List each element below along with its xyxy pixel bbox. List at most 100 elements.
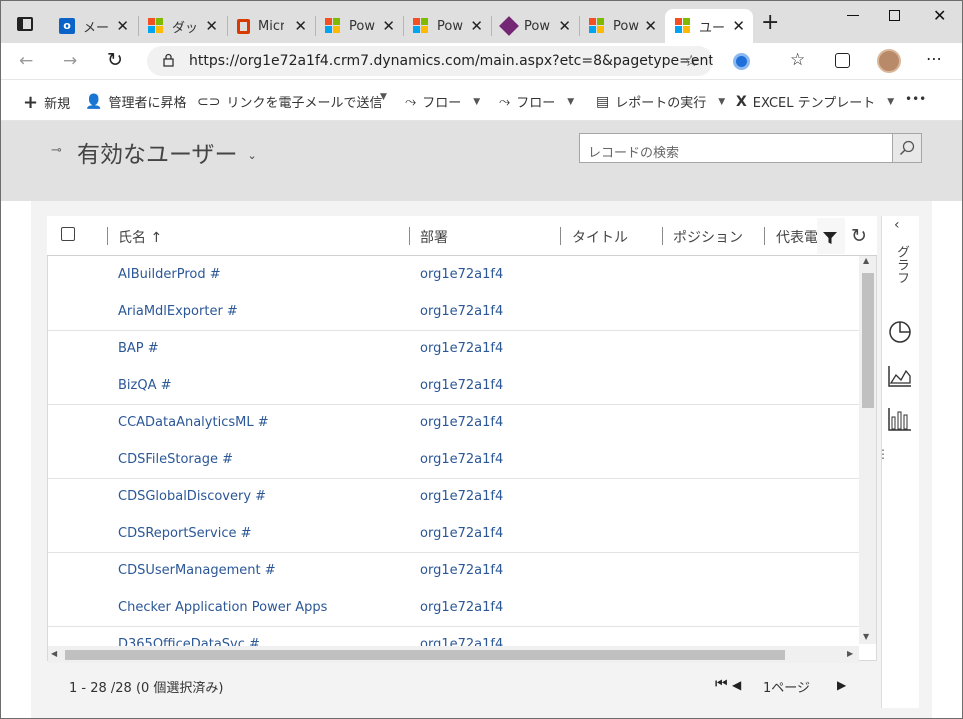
select-all-checkbox[interactable] — [61, 227, 75, 241]
window-close-icon[interactable]: ✕ — [933, 6, 946, 25]
column-header-department[interactable]: 部署 — [420, 227, 448, 247]
refresh-icon[interactable]: ↻ — [107, 49, 123, 71]
table-row[interactable]: BizQA # org1e72a1f4 — [48, 367, 859, 404]
promote-admin-button[interactable]: 👤 管理者に昇格 — [85, 92, 186, 112]
email-link-button[interactable]: ⊂⊃ リンクを電子メールで送信 — [197, 92, 382, 112]
tab-outlook[interactable]: o メール ✕ — [49, 9, 137, 43]
close-icon[interactable]: ✕ — [732, 18, 745, 34]
user-name-link[interactable]: BizQA # — [118, 378, 172, 393]
chart-pane-label[interactable]: グラフ — [891, 245, 911, 284]
close-icon[interactable]: ✕ — [470, 18, 483, 34]
flow-button-1[interactable]: ⤳ フロー ▼ — [405, 92, 480, 112]
vertical-scroll-thumb[interactable] — [862, 273, 874, 408]
close-icon[interactable]: ✕ — [205, 18, 218, 34]
table-row[interactable]: AriaMdlExporter # org1e72a1f4 — [48, 293, 859, 330]
close-icon[interactable]: ✕ — [382, 18, 395, 34]
grid-header — [47, 216, 877, 256]
user-name-link[interactable]: CDSUserManagement # — [118, 563, 276, 578]
table-row[interactable]: CDSGlobalDiscovery # org1e72a1f4 — [48, 478, 859, 515]
tab-actions-icon[interactable] — [17, 17, 33, 31]
flow-button-2[interactable]: ⤳ フロー ▼ — [499, 92, 575, 112]
add-favorite-icon[interactable]: ☆ — [684, 51, 698, 70]
page-title[interactable]: 有効なユーザー ⌄ — [77, 135, 257, 169]
tab-dashboard[interactable]: ダッシ ✕ — [138, 9, 226, 43]
bar-chart-icon[interactable] — [888, 407, 912, 431]
column-header-position[interactable]: ポジション — [673, 227, 743, 247]
new-tab-button[interactable]: + — [761, 10, 779, 35]
search-button[interactable] — [893, 133, 922, 163]
department-link[interactable]: org1e72a1f4 — [420, 452, 503, 467]
horizontal-scroll-thumb[interactable] — [65, 650, 785, 660]
department-link[interactable]: org1e72a1f4 — [420, 378, 503, 393]
tab-power-2[interactable]: Pow ✕ — [403, 9, 491, 43]
user-name-link[interactable]: AIBuilderProd # — [118, 267, 221, 282]
department-link[interactable]: org1e72a1f4 — [420, 415, 503, 430]
favorites-icon[interactable]: ☆ — [790, 50, 805, 70]
settings-more-icon[interactable]: ⋯ — [926, 49, 942, 68]
user-name-link[interactable]: CCADataAnalyticsML # — [118, 415, 269, 430]
user-name-link[interactable]: CDSFileStorage # — [118, 452, 233, 467]
table-row[interactable]: CDSUserManagement # org1e72a1f4 — [48, 552, 859, 589]
user-name-link[interactable]: CDSReportService # — [118, 526, 252, 541]
department-link[interactable]: org1e72a1f4 — [420, 267, 503, 282]
pie-chart-icon[interactable] — [888, 320, 912, 344]
email-link-dropdown[interactable]: ▼ — [368, 92, 387, 102]
new-button[interactable]: + 新規 — [23, 92, 70, 113]
refresh-grid-icon[interactable]: ↻ — [851, 225, 867, 247]
user-name-link[interactable]: CDSGlobalDiscovery # — [118, 489, 266, 504]
run-report-button[interactable]: ▤ レポートの実行 ▼ — [596, 92, 725, 112]
maximize-icon[interactable] — [889, 10, 900, 21]
department-link[interactable]: org1e72a1f4 — [420, 489, 503, 504]
table-row[interactable]: CDSReportService # org1e72a1f4 — [48, 515, 859, 552]
pin-icon[interactable]: ⊸ — [51, 143, 62, 158]
profile-avatar[interactable] — [877, 49, 901, 73]
table-row[interactable]: AIBuilderProd # org1e72a1f4 — [48, 256, 859, 293]
department-link[interactable]: org1e72a1f4 — [420, 304, 503, 319]
close-icon[interactable]: ✕ — [116, 18, 129, 34]
search-input[interactable]: レコードの検索 — [579, 133, 893, 163]
department-link[interactable]: org1e72a1f4 — [420, 526, 503, 541]
department-link[interactable]: org1e72a1f4 — [420, 600, 503, 615]
link-icon: ⊂⊃ — [197, 93, 221, 110]
minimize-icon[interactable] — [847, 15, 859, 16]
scroll-right-icon[interactable]: ▶ — [847, 649, 853, 658]
more-commands-button[interactable]: ••• — [905, 92, 926, 106]
tab-power-1[interactable]: Pow ✕ — [315, 9, 403, 43]
tab-power-3[interactable]: Pow ✕ — [579, 9, 665, 43]
area-chart-icon[interactable] — [888, 365, 912, 387]
column-header-main-phone[interactable]: 代表電 — [776, 227, 818, 247]
tab-power-apps[interactable]: Pow ✕ — [491, 9, 579, 43]
tab-office[interactable]: Micr ✕ — [227, 9, 315, 43]
edge-sync-icon[interactable] — [733, 53, 750, 70]
chevron-down-icon: ▼ — [567, 96, 575, 107]
previous-page-icon[interactable]: ◀ — [732, 678, 741, 692]
next-page-icon[interactable]: ▶ — [837, 678, 846, 692]
back-icon[interactable]: ← — [19, 51, 33, 71]
pane-resize-handle[interactable]: ⋮ — [877, 447, 889, 461]
column-header-title[interactable]: タイトル — [572, 227, 628, 247]
filter-button[interactable] — [817, 218, 845, 254]
department-link[interactable]: org1e72a1f4 — [420, 341, 503, 356]
user-name-link[interactable]: Checker Application Power Apps — [118, 600, 327, 615]
tab-users[interactable]: ユーザ ✕ — [665, 9, 753, 43]
close-icon[interactable]: ✕ — [294, 18, 307, 34]
url-field[interactable]: https://org1e72a1f4.crm7.dynamics.com/ma… — [147, 46, 713, 76]
excel-template-button[interactable]: X EXCEL テンプレート ▼ — [736, 92, 894, 112]
scroll-down-icon[interactable]: ▼ — [863, 632, 869, 641]
table-row[interactable]: BAP # org1e72a1f4 — [48, 330, 859, 367]
table-row[interactable]: CCADataAnalyticsML # org1e72a1f4 — [48, 404, 859, 441]
column-header-name[interactable]: 氏名 ↑ — [118, 227, 162, 247]
table-row[interactable]: CDSFileStorage # org1e72a1f4 — [48, 441, 859, 478]
user-name-link[interactable]: AriaMdlExporter # — [118, 304, 238, 319]
chevron-left-icon[interactable]: ‹ — [894, 217, 900, 233]
first-page-icon[interactable]: ⏮ — [715, 676, 728, 692]
table-row[interactable]: Checker Application Power Apps org1e72a1f… — [48, 589, 859, 626]
department-link[interactable]: org1e72a1f4 — [420, 563, 503, 578]
scroll-left-icon[interactable]: ◀ — [51, 649, 57, 658]
scroll-up-icon[interactable]: ▲ — [863, 256, 869, 265]
forward-icon[interactable]: → — [63, 51, 77, 71]
user-name-link[interactable]: BAP # — [118, 341, 159, 356]
close-icon[interactable]: ✕ — [644, 18, 657, 34]
collections-icon[interactable] — [835, 53, 850, 68]
close-icon[interactable]: ✕ — [558, 18, 571, 34]
